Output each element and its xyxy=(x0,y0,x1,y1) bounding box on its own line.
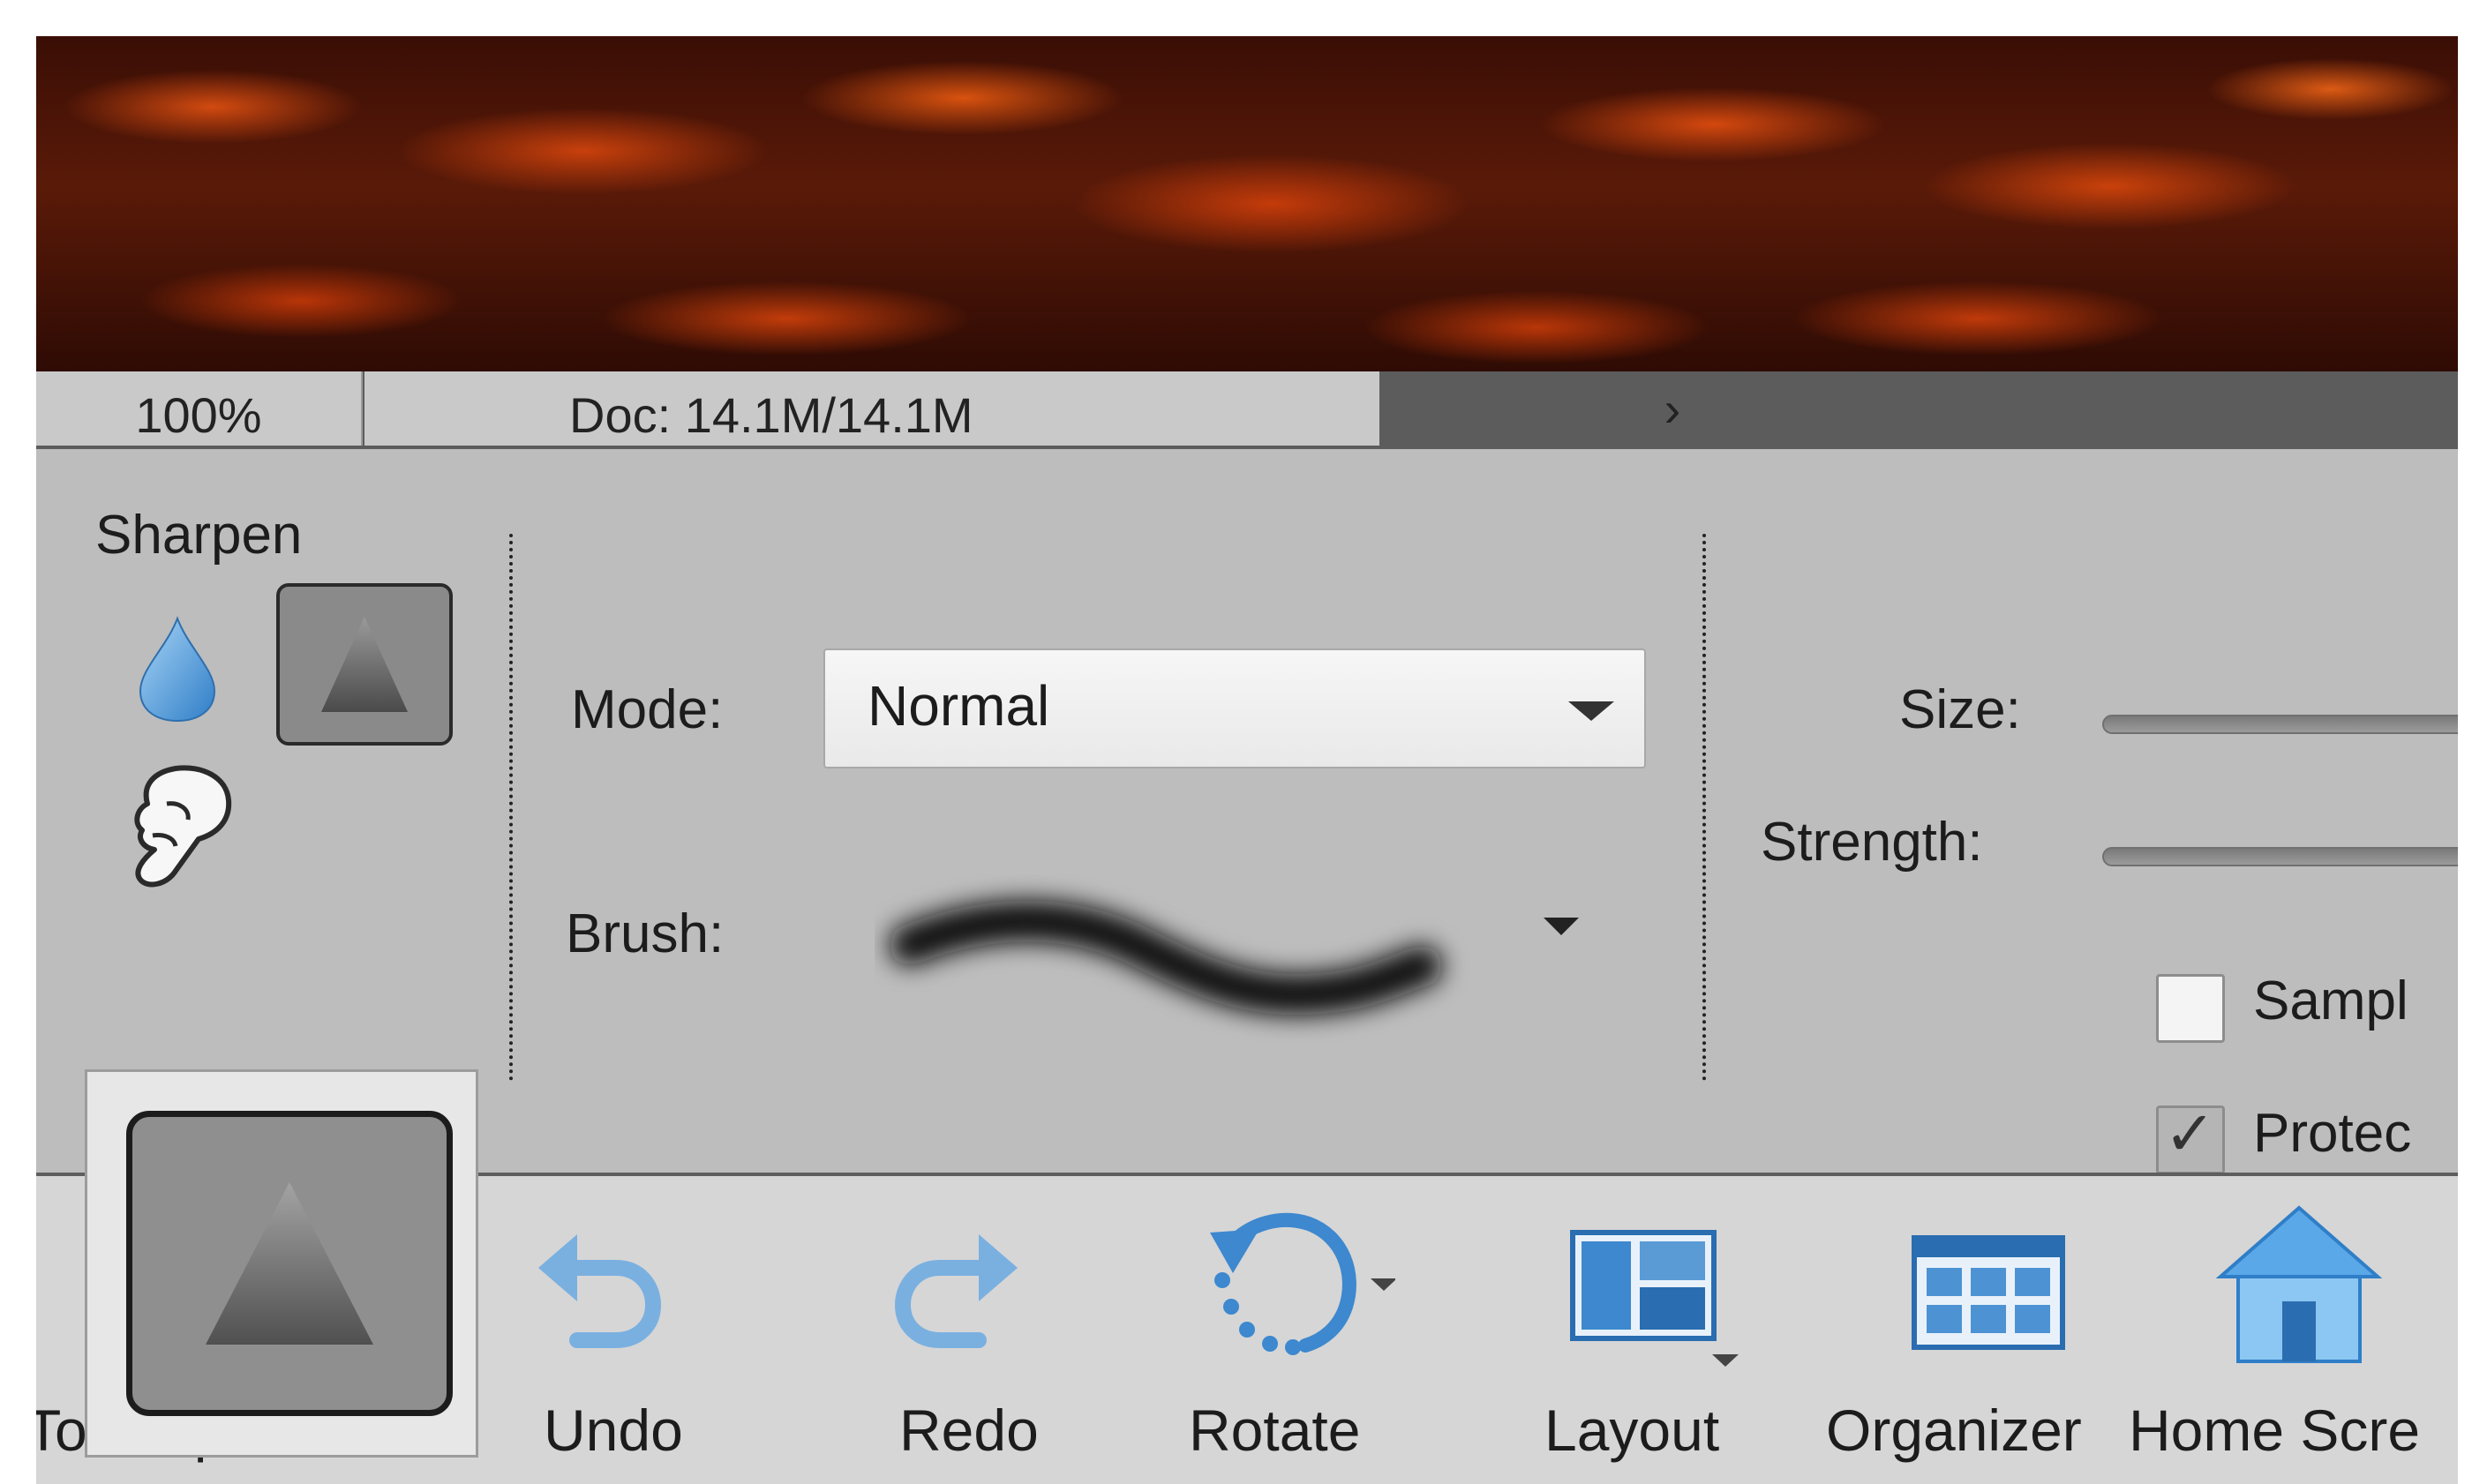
finger-icon[interactable] xyxy=(114,758,246,903)
undo-label: Undo xyxy=(544,1398,683,1463)
tool-name: Sharpen xyxy=(95,505,303,566)
triangle-icon xyxy=(206,1182,373,1345)
zoom-level[interactable]: 100% xyxy=(36,371,363,446)
sample-all-layers-label: Sampl xyxy=(2253,971,2408,1031)
editor-window: 100% Doc: 14.1M/14.1M › Sharpen Mode: No… xyxy=(36,36,2458,1484)
home-screen-button[interactable]: Home Scre xyxy=(2123,1176,2458,1484)
rotate-icon xyxy=(1210,1212,1395,1355)
canvas-image[interactable] xyxy=(36,36,2458,371)
strength-slider[interactable] xyxy=(2102,847,2458,866)
redo-label: Redo xyxy=(899,1398,1039,1463)
mode-dropdown[interactable]: Normal xyxy=(823,648,1646,768)
brush-preview[interactable] xyxy=(875,874,1492,1055)
document-info[interactable]: Doc: 14.1M/14.1M › xyxy=(364,371,1680,446)
section-divider xyxy=(509,534,513,1081)
redo-icon xyxy=(894,1234,1018,1348)
home-icon xyxy=(2215,1205,2383,1363)
organizer-grid-icon xyxy=(1912,1235,2065,1350)
protect-detail-checkbox[interactable]: ✓ xyxy=(2156,1099,2225,1174)
layout-label: Layout xyxy=(1544,1398,1720,1463)
rotate-label: Rotate xyxy=(1189,1398,1361,1463)
size-label: Size: xyxy=(1899,679,2021,740)
sample-all-layers-checkbox[interactable] xyxy=(2156,974,2225,1043)
document-size-text: Doc: 14.1M/14.1M xyxy=(569,387,973,443)
chevron-down-icon[interactable] xyxy=(1544,918,1579,935)
undo-icon xyxy=(538,1234,662,1348)
brush-label: Brush: xyxy=(566,903,725,964)
status-bar: 100% Doc: 14.1M/14.1M › xyxy=(36,371,2458,449)
section-divider xyxy=(1702,534,1706,1081)
chevron-down-icon xyxy=(1568,701,1614,721)
sharpen-tool-button[interactable] xyxy=(276,583,453,746)
protect-detail-label: Protec xyxy=(2253,1103,2412,1164)
water-drop-icon[interactable] xyxy=(135,615,220,729)
sharpen-tool-large-button[interactable] xyxy=(126,1111,453,1416)
layout-button[interactable]: Layout xyxy=(1514,1176,1779,1484)
organizer-label: Organizer xyxy=(1826,1398,2082,1463)
status-expand-arrow[interactable]: › xyxy=(1637,371,1708,446)
strength-label: Strength: xyxy=(1761,812,1983,873)
layout-icon xyxy=(1570,1230,1739,1367)
redo-button[interactable]: Redo xyxy=(866,1176,1042,1484)
mode-value: Normal xyxy=(868,674,1050,738)
home-screen-label: Home Scre xyxy=(2129,1398,2421,1463)
triangle-icon xyxy=(321,617,408,712)
checkmark-icon: ✓ xyxy=(2164,1099,2216,1168)
undo-button[interactable]: Undo xyxy=(508,1176,685,1484)
size-slider[interactable] xyxy=(2102,715,2458,734)
organizer-button[interactable]: Organizer xyxy=(1826,1176,2128,1484)
mode-label: Mode: xyxy=(571,679,724,740)
tool-options-panel: Sharpen Mode: Normal Brush: Size: Streng… xyxy=(36,449,2458,1174)
rotate-button[interactable]: Rotate xyxy=(1175,1176,1466,1484)
tool-options-popup[interactable] xyxy=(85,1069,478,1458)
